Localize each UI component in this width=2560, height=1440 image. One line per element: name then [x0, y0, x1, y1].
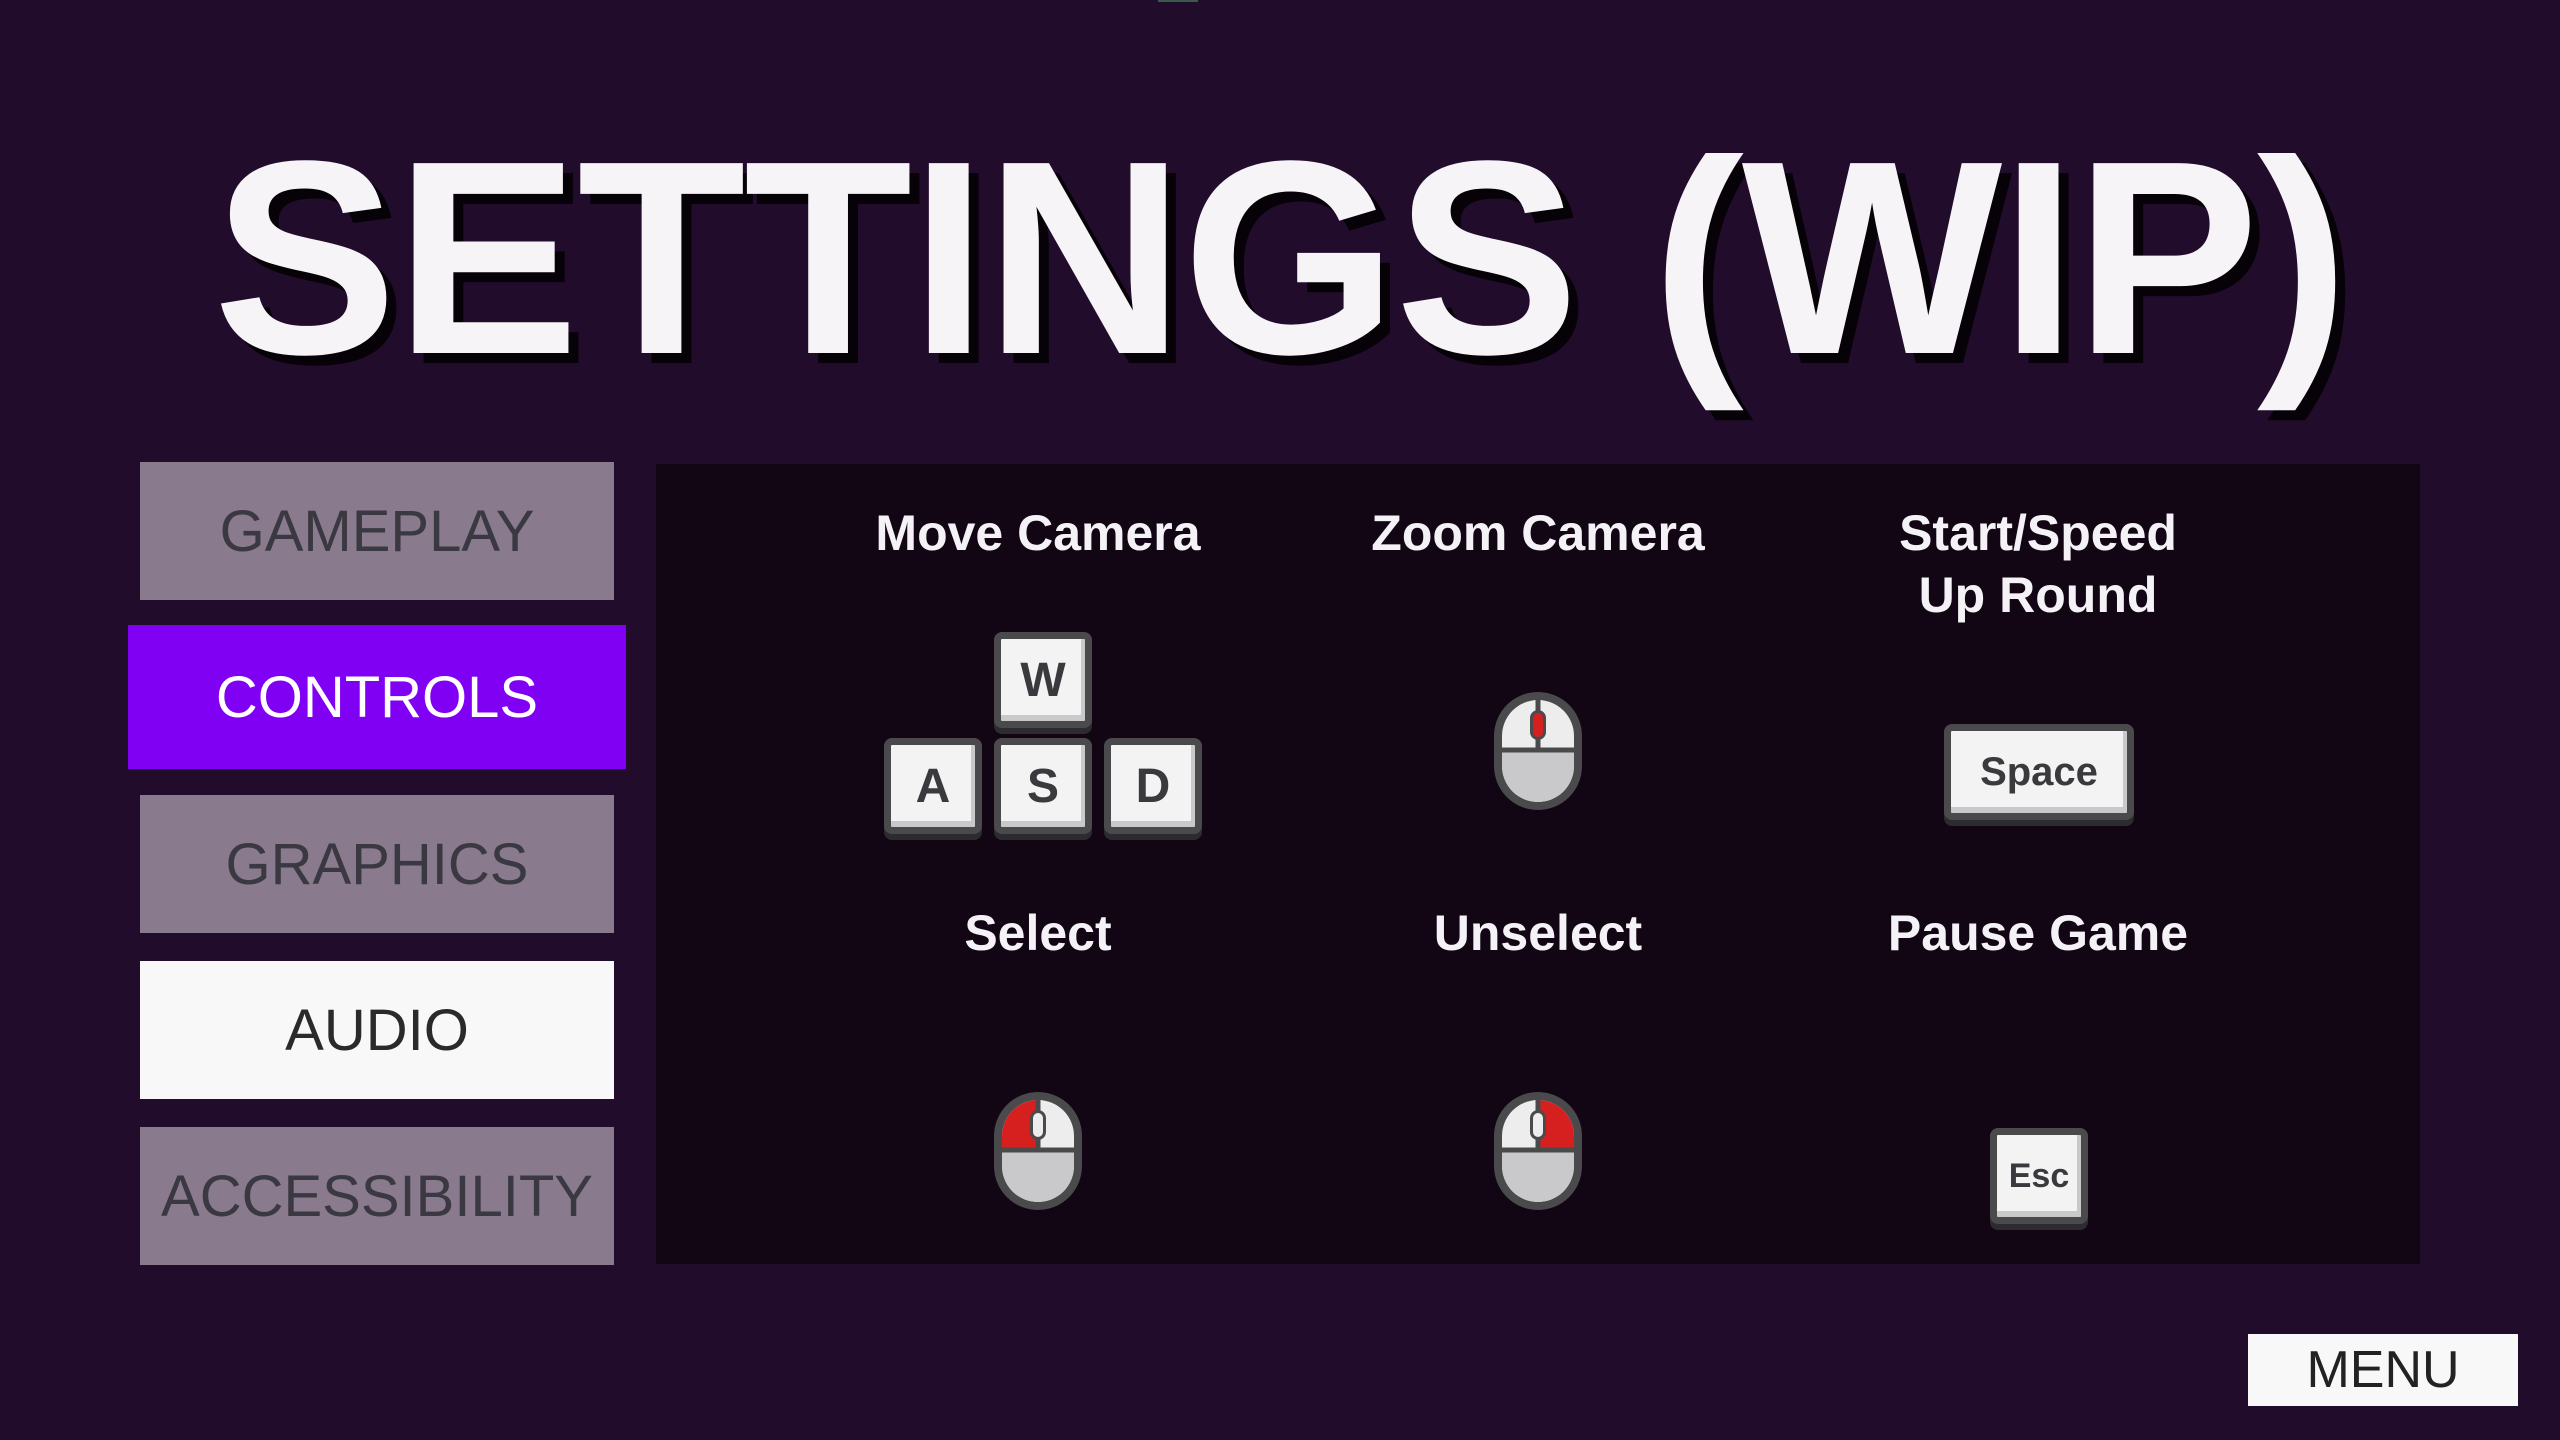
control-start-speed-up-round: Start/Speed Up Round Space [1788, 502, 2288, 832]
tab-controls[interactable]: CONTROLS [128, 625, 626, 769]
control-zoom-camera: Zoom Camera [1288, 502, 1788, 832]
tab-gameplay[interactable]: GAMEPLAY [140, 462, 614, 600]
menu-button[interactable]: MENU [2248, 1334, 2518, 1406]
key-esc: Esc [1990, 1128, 2088, 1224]
tab-graphics[interactable]: GRAPHICS [140, 795, 614, 933]
tab-accessibility[interactable]: ACCESSIBILITY [140, 1127, 614, 1265]
key-d: D [1104, 738, 1202, 834]
mouse-left-click-icon [994, 1092, 1082, 1210]
key-space: Space [1944, 724, 2134, 820]
control-move-camera: Move Camera W A S D [788, 502, 1288, 834]
control-label: Move Camera [875, 505, 1201, 561]
tab-audio[interactable]: AUDIO [140, 961, 614, 1099]
mouse-wheel-icon [1494, 692, 1582, 810]
control-label: Pause Game [1887, 905, 2189, 961]
control-label: Start/Speed Up Round [1899, 505, 2177, 623]
control-label: Zoom Camera [1371, 505, 1705, 561]
top-edge-marker [1158, 0, 1198, 2]
control-unselect: Unselect [1288, 902, 1788, 1232]
control-label: Unselect [1433, 905, 1643, 961]
control-select: Select [788, 902, 1288, 1232]
settings-screen: SETTINGS (WIP) GAMEPLAY CONTROLS GRAPHIC… [0, 0, 2560, 1440]
key-s: S [994, 738, 1092, 834]
key-w: W [994, 632, 1092, 728]
key-a: A [884, 738, 982, 834]
control-pause-game: Pause Game Esc [1788, 902, 2288, 1232]
controls-panel: Move Camera W A S D Zoom Camera Start/Sp… [656, 464, 2420, 1264]
mouse-right-click-icon [1494, 1092, 1582, 1210]
control-label: Select [964, 905, 1112, 961]
page-title: SETTINGS (WIP) [213, 104, 2349, 412]
